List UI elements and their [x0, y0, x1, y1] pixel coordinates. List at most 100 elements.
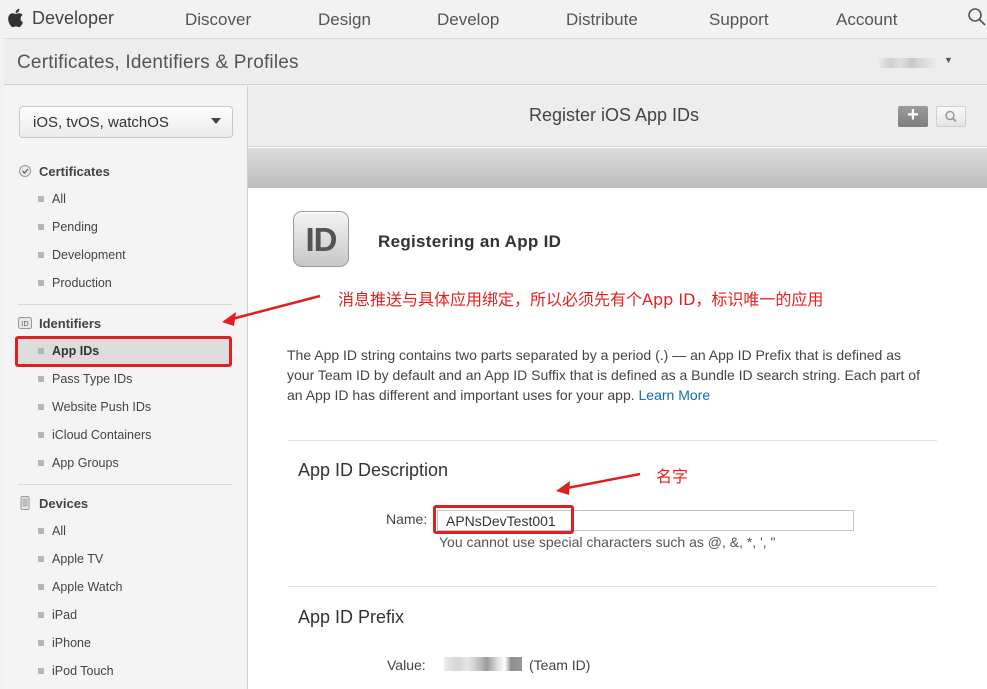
bullet-icon [38, 196, 44, 202]
annotation-box-app-ids [15, 336, 232, 367]
sidebar-item-website-push-ids[interactable]: Website Push IDs [38, 397, 228, 417]
sidebar-group-identifiers: ID Identifiers [18, 313, 101, 333]
annotation-box-name [433, 505, 574, 534]
bullet-icon [38, 376, 44, 382]
prefix-value-label: Value: [387, 657, 426, 673]
plus-icon: + [907, 104, 919, 126]
platform-select-value: iOS, tvOS, watchOS [33, 114, 169, 131]
bullet-icon [38, 432, 44, 438]
name-label: Name: [386, 511, 428, 527]
sidebar-item-production[interactable]: Production [38, 273, 228, 293]
platform-select[interactable]: iOS, tvOS, watchOS [19, 106, 233, 138]
sidebar-item-ipod-touch[interactable]: iPod Touch [38, 661, 228, 681]
bullet-icon [38, 252, 44, 258]
sidebar-group-devices: Devices [18, 493, 88, 513]
section-header: Certificates, Identifiers & Profiles ▼ [4, 38, 987, 85]
sidebar-item-label: iPod Touch [52, 664, 114, 678]
sidebar-item-label: Apple Watch [52, 580, 123, 594]
developer-logo[interactable]: Developer [6, 6, 114, 30]
sidebar-item-app-groups[interactable]: App Groups [38, 453, 228, 473]
name-hint: You cannot use special characters such a… [439, 534, 776, 550]
sidebar-item-label: Pass Type IDs [52, 372, 133, 386]
sidebar-group-label: Devices [39, 495, 89, 511]
nav-design[interactable]: Design [318, 10, 371, 30]
app-id-icon: ID [293, 211, 349, 267]
sidebar-item-label: iCloud Containers [52, 428, 152, 442]
sidebar-item-label: Website Push IDs [52, 400, 152, 414]
sidebar-item-label: Development [52, 248, 126, 262]
sidebar-item-label: Apple TV [52, 552, 104, 566]
section-divider [288, 440, 937, 441]
sidebar-item-apple-tv[interactable]: Apple TV [38, 549, 228, 569]
search-button[interactable] [936, 106, 966, 127]
bullet-icon [38, 668, 44, 674]
app-id-prefix-heading: App ID Prefix [298, 607, 405, 627]
sidebar-divider [18, 484, 232, 485]
sidebar: iOS, tvOS, watchOS Certificates All Pend… [4, 86, 248, 689]
nav-develop[interactable]: Develop [437, 10, 499, 30]
main-content: Register iOS App IDs + ID Registering an… [248, 86, 987, 689]
bullet-icon [38, 640, 44, 646]
section-divider [288, 586, 937, 587]
sidebar-item-iphone[interactable]: iPhone [38, 633, 228, 653]
description-body: The App ID string contains two parts sep… [287, 347, 920, 403]
sidebar-item-pending[interactable]: Pending [38, 217, 228, 237]
sidebar-group-label: Certificates [39, 163, 110, 179]
nav-discover[interactable]: Discover [185, 10, 251, 30]
bullet-icon [38, 612, 44, 618]
sidebar-group-certificates: Certificates [18, 161, 110, 181]
nav-account[interactable]: Account [836, 10, 897, 30]
sidebar-item-label: iPhone [52, 636, 91, 650]
device-icon [20, 496, 30, 510]
learn-more-link[interactable]: Learn More [639, 387, 711, 403]
app-id-description-heading: App ID Description [298, 460, 449, 480]
sidebar-item-icloud-containers[interactable]: iCloud Containers [38, 425, 228, 445]
sidebar-group-label: Identifiers [39, 315, 102, 331]
page-title: Register iOS App IDs [528, 105, 700, 125]
apple-logo-icon [8, 8, 23, 28]
account-name-redacted[interactable] [879, 58, 939, 68]
bullet-icon [38, 404, 44, 410]
sidebar-item-label: App Groups [52, 456, 119, 470]
main-header: Register iOS App IDs + [248, 86, 987, 147]
account-caret-icon[interactable]: ▼ [944, 55, 953, 65]
sidebar-item-development[interactable]: Development [38, 245, 228, 265]
annotation-name-note: 名字 [656, 467, 689, 486]
sidebar-item-label: All [52, 524, 66, 538]
header-band [248, 148, 987, 188]
bullet-icon [38, 556, 44, 562]
sidebar-item-pass-type-ids[interactable]: Pass Type IDs [38, 369, 228, 389]
sidebar-item-label: iPad [52, 608, 78, 622]
sidebar-item-devices-all[interactable]: All [38, 521, 228, 541]
bullet-icon [38, 224, 44, 230]
sidebar-item-apple-watch[interactable]: Apple Watch [38, 577, 228, 597]
sidebar-item-certificates-all[interactable]: All [38, 189, 228, 209]
annotation-app-id-note: 消息推送与具体应用绑定，所以必须先有个App ID，标识唯一的应用 [338, 290, 824, 309]
sidebar-item-label: Production [52, 276, 112, 290]
add-button[interactable]: + [898, 104, 928, 127]
search-icon [945, 110, 957, 123]
nav-distribute[interactable]: Distribute [566, 10, 638, 30]
brand-label: Developer [32, 7, 115, 28]
search-icon[interactable] [966, 6, 987, 28]
app-id-description-text: The App ID string contains two parts sep… [287, 345, 927, 405]
sidebar-item-label: Pending [52, 220, 98, 234]
app-id-icon-label: ID [305, 221, 338, 258]
nav-support[interactable]: Support [709, 10, 769, 30]
bullet-icon [38, 280, 44, 286]
sidebar-item-label: All [52, 192, 66, 206]
top-navigation: Developer Discover Design Develop Distri… [0, 0, 987, 38]
bullet-icon [38, 584, 44, 590]
chevron-down-icon [211, 118, 221, 124]
identifier-icon: ID [18, 317, 32, 329]
sidebar-divider [18, 304, 232, 305]
bullet-icon [38, 460, 44, 466]
team-id-redacted [444, 657, 522, 671]
bullet-icon [38, 528, 44, 534]
section-title: Certificates, Identifiers & Profiles [17, 52, 299, 73]
team-id-suffix: (Team ID) [529, 657, 591, 673]
registering-title: Registering an App ID [378, 232, 562, 251]
svg-text:ID: ID [21, 320, 28, 328]
sidebar-item-ipad[interactable]: iPad [38, 605, 228, 625]
certificate-icon [19, 165, 31, 177]
